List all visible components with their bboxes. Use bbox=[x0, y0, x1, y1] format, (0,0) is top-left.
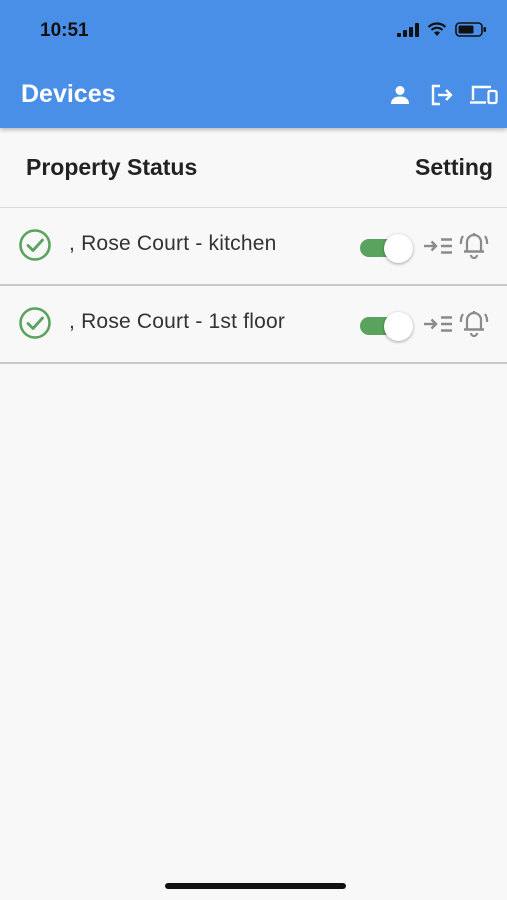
move-to-list-icon[interactable] bbox=[422, 234, 456, 258]
battery-icon bbox=[455, 22, 486, 37]
person-icon bbox=[391, 86, 409, 104]
status-time: 10:51 bbox=[40, 20, 89, 41]
property-status-header: Property Status bbox=[26, 154, 198, 180]
page-title: Devices bbox=[21, 80, 116, 108]
device-toggle[interactable] bbox=[360, 306, 414, 341]
device-name: , Rose Court - kitchen bbox=[69, 232, 277, 255]
logout-icon bbox=[431, 84, 453, 106]
home-indicator[interactable] bbox=[165, 883, 346, 889]
toggle-knob bbox=[384, 312, 413, 341]
device-toggle[interactable] bbox=[360, 228, 414, 263]
table-row[interactable]: , Rose Court - kitchen bbox=[0, 208, 507, 286]
status-icons bbox=[397, 22, 487, 37]
alarm-bell-icon[interactable] bbox=[457, 305, 491, 339]
toggle-knob bbox=[384, 234, 413, 263]
move-to-list-icon[interactable] bbox=[422, 312, 456, 336]
logout-button[interactable] bbox=[427, 80, 457, 110]
devices-button[interactable] bbox=[469, 80, 499, 110]
setting-header: Setting bbox=[415, 154, 493, 180]
signal-icon bbox=[397, 22, 419, 37]
check-circle-icon bbox=[19, 307, 51, 339]
devices-icon bbox=[470, 85, 498, 105]
wifi-icon bbox=[427, 22, 447, 36]
profile-button[interactable] bbox=[385, 80, 415, 110]
appbar-actions bbox=[385, 80, 499, 110]
check-circle-icon bbox=[19, 229, 51, 261]
table-header: Property Status Setting bbox=[0, 128, 507, 208]
table-row[interactable]: , Rose Court - 1st floor bbox=[0, 286, 507, 364]
app-bar: 10:51 Devices bbox=[0, 0, 507, 128]
device-name: , Rose Court - 1st floor bbox=[69, 310, 286, 333]
alarm-bell-icon[interactable] bbox=[457, 227, 491, 261]
